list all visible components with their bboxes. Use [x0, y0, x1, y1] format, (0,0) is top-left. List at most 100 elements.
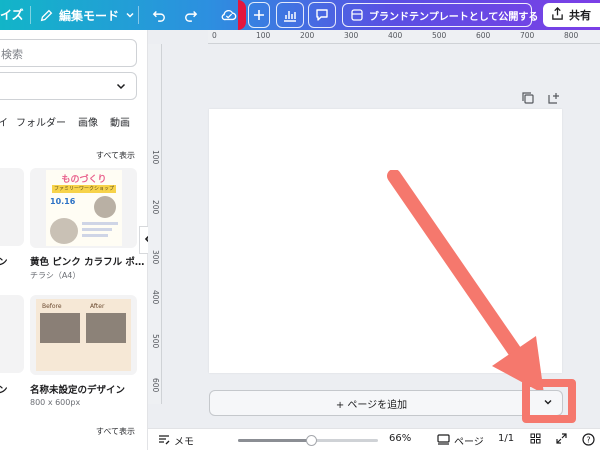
flyer-photo: [94, 196, 116, 218]
edit-mode-menu[interactable]: 編集モード: [40, 0, 135, 30]
cloud-icon: [221, 8, 237, 22]
zoom-slider[interactable]: [238, 435, 378, 446]
add-page-button[interactable]: + ページを追加: [209, 390, 534, 416]
template-icon: [351, 9, 363, 21]
ruler-vertical: 100 200 300 400 500 600: [148, 44, 162, 404]
pencil-icon: [40, 9, 53, 22]
svg-text:?: ?: [586, 436, 590, 445]
toolbar-divider: [138, 6, 139, 24]
upload-icon: [551, 7, 564, 23]
add-page-label: + ページを追加: [335, 399, 408, 411]
after-photo: [86, 313, 126, 343]
page-count: 1/1: [498, 433, 514, 444]
comment-button[interactable]: [308, 2, 336, 28]
design-card-3-title: ン: [0, 382, 8, 396]
design-card-4-subtitle: 800 x 600px: [30, 398, 81, 407]
design-card-3[interactable]: [0, 295, 24, 373]
flyer-text-line: [82, 222, 118, 225]
pages-icon: [437, 433, 450, 448]
publish-label: ブランドテンプレートとして公開する: [369, 11, 539, 23]
add-collaborator-button[interactable]: [248, 2, 270, 28]
flyer-date: 10.16: [50, 197, 76, 206]
flyer-text-line: [82, 234, 108, 237]
chevron-down-icon: [115, 80, 127, 95]
show-all-link[interactable]: すべて表示: [96, 150, 135, 161]
ruler-tick-label: 0: [212, 31, 217, 40]
tab-images[interactable]: 画像: [78, 114, 98, 129]
flyer-photo: [50, 218, 78, 244]
before-label: Before: [42, 303, 62, 310]
zoom-label: 66%: [389, 433, 412, 444]
design-card-2[interactable]: ものづくり ファミリーワークショップ 10.16: [30, 168, 137, 248]
insights-button[interactable]: [276, 2, 304, 28]
before-after-thumbnail: Before After: [36, 299, 131, 371]
ruler-tick-label: 600: [151, 378, 160, 393]
zoom-slider-handle[interactable]: [306, 435, 318, 446]
page-tools: [522, 92, 560, 107]
show-all-link[interactable]: すべて表示: [96, 426, 135, 437]
publish-brand-template-button[interactable]: ブランドテンプレートとして公開する: [342, 3, 538, 27]
help-icon: ?: [582, 433, 595, 449]
tab-videos[interactable]: 動画: [110, 114, 130, 129]
redo-icon: [184, 8, 198, 22]
plus-icon: [253, 9, 265, 21]
flyer-thumbnail: ものづくり ファミリーワークショップ 10.16: [46, 170, 122, 246]
design-card-1[interactable]: [0, 168, 24, 246]
notes-label: メモ: [174, 437, 194, 448]
ruler-tick-label: 100: [256, 31, 271, 40]
grid-view-button[interactable]: [530, 433, 541, 447]
share-button[interactable]: 共有: [543, 3, 600, 27]
ruler-tick-label: 500: [432, 31, 447, 40]
after-label: After: [90, 303, 105, 310]
duplicate-page-icon[interactable]: [522, 92, 534, 107]
resize-menu[interactable]: イズ: [0, 0, 24, 30]
ruler-tick-label: 200: [300, 31, 315, 40]
ruler-tick-label: 300: [344, 31, 359, 40]
edit-mode-label: 編集モード: [59, 8, 120, 23]
content-tabs: イ フォルダー 画像 動画: [0, 114, 147, 130]
search-placeholder: 検索: [1, 48, 23, 61]
add-page-icon[interactable]: [548, 92, 560, 107]
before-photo: [40, 313, 80, 343]
ruler-tick-label: 800: [564, 31, 579, 40]
design-card-4[interactable]: Before After: [30, 295, 137, 375]
page-count-label: 1/1: [498, 433, 515, 444]
help-button[interactable]: ?: [582, 433, 595, 449]
comment-icon: [315, 8, 329, 22]
flyer-text-line: [82, 228, 112, 231]
pages-label: ページ: [454, 437, 484, 448]
tab-partial[interactable]: イ: [0, 114, 8, 129]
ruler-tick-label: 500: [151, 334, 160, 349]
flyer-subtitle: ファミリーワークショップ: [52, 185, 116, 193]
annotation-arrow: [387, 170, 544, 394]
top-toolbar: イズ 編集モード ブランドテンプレートとして公開する 共有: [0, 0, 600, 30]
collaborator-avatar[interactable]: [238, 0, 246, 30]
grid-icon: [530, 433, 541, 447]
pages-button[interactable]: ページ: [437, 433, 484, 448]
ruler-tick-label: 400: [388, 31, 403, 40]
fullscreen-button[interactable]: [556, 433, 567, 447]
redo-button[interactable]: [180, 2, 202, 28]
notes-button[interactable]: メモ: [158, 433, 194, 448]
search-input[interactable]: 検索: [0, 39, 137, 67]
ruler-tick-label: 100: [151, 150, 160, 165]
undo-icon: [152, 8, 166, 22]
zoom-slider-fill: [238, 439, 312, 442]
ruler-horizontal: 0 100 200 300 400 500 600 700 800: [208, 30, 600, 44]
side-panel: 検索 イ フォルダー 画像 動画 すべて表示 ン ものづくり ファミリーワークシ…: [0, 30, 148, 450]
ruler-tick-label: 600: [476, 31, 491, 40]
highlight-box: [522, 379, 576, 423]
ruler-tick-label: 400: [151, 290, 160, 305]
design-card-2-title: 黄色 ピンク カラフル ポ…: [30, 257, 145, 268]
filter-dropdown[interactable]: [0, 72, 137, 100]
design-card-1-title: ン: [0, 254, 8, 268]
ruler-tick-label: 300: [151, 250, 160, 265]
flyer-title: ものづくり: [61, 175, 107, 185]
zoom-level[interactable]: 66%: [389, 433, 411, 444]
chevron-down-icon: [125, 10, 135, 20]
design-card-4-title: 名称未設定のデザイン: [30, 385, 126, 396]
tab-folders[interactable]: フォルダー: [16, 114, 66, 129]
ruler-tick-label: 700: [520, 31, 535, 40]
undo-button[interactable]: [148, 2, 170, 28]
toolbar-divider: [30, 6, 31, 24]
